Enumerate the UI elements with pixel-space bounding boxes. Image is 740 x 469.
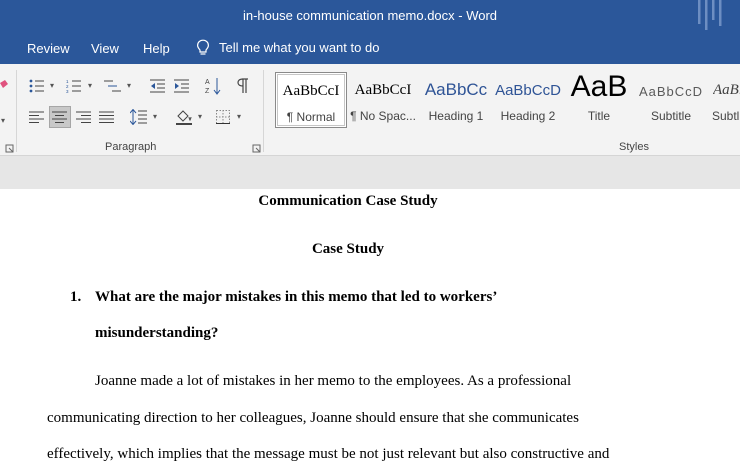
tab-help[interactable]: Help: [143, 41, 170, 56]
tell-me-search[interactable]: Tell me what you want to do: [196, 39, 379, 56]
window-title: in-house communication memo.docx - Word: [242, 8, 498, 23]
numbering-dropdown-icon[interactable]: ▾: [88, 81, 92, 90]
line-spacing-icon: [130, 109, 147, 125]
title-bar: in-house communication memo.docx - Word: [0, 0, 740, 33]
ribbon: ▾ ▾ 1 2 3 ▾ ▾ A Z ▾ ▾ ▾ Paragraph AaBbCc…: [0, 64, 740, 156]
clipped-dropdown-icon[interactable]: ▾: [1, 116, 5, 125]
styles-group-label: Styles: [619, 141, 649, 153]
align-left-button[interactable]: [26, 106, 48, 128]
borders-dropdown-icon[interactable]: ▾: [237, 112, 241, 121]
document-page[interactable]: Communication Case Study Case Study 1. W…: [0, 189, 740, 469]
style-subtle-sample: AaBl: [713, 82, 740, 98]
document-background: [0, 157, 740, 189]
question-number: 1.: [70, 289, 82, 305]
svg-text:3: 3: [66, 89, 69, 93]
style-subtitle-sample: AaBbCcD: [638, 84, 704, 99]
paragraph-group-label: Paragraph: [105, 141, 157, 153]
align-left-icon: [29, 111, 44, 123]
pilcrow-icon: [237, 78, 248, 93]
align-right-icon: [76, 111, 91, 123]
multilevel-dropdown-icon[interactable]: ▾: [127, 81, 131, 90]
style-normal-name: ¶ Normal: [286, 110, 336, 124]
increase-indent-button[interactable]: [171, 75, 193, 97]
show-formatting-button[interactable]: [232, 75, 254, 97]
align-center-icon: [52, 111, 67, 123]
style-heading-1[interactable]: AaBbCc Heading 1: [420, 72, 492, 128]
style-subtle-name: Subtl: [712, 109, 740, 123]
shading-dropdown-icon[interactable]: ▾: [198, 112, 202, 121]
eraser-icon[interactable]: [0, 80, 8, 92]
style-heading-2[interactable]: AaBbCcD Heading 2: [492, 72, 564, 128]
style-heading-1-name: Heading 1: [428, 109, 484, 123]
numbering-icon: 1 2 3: [66, 79, 81, 93]
tab-review[interactable]: Review: [27, 41, 70, 56]
document-subheading: Case Study: [311, 241, 385, 257]
style-heading-1-sample: AaBbCc: [424, 80, 488, 99]
justify-button[interactable]: [96, 106, 118, 128]
style-no-spacing-sample: AaBbCcI: [354, 82, 412, 98]
style-title-name: Title: [587, 109, 611, 123]
svg-text:A: A: [205, 79, 210, 86]
multilevel-list-button[interactable]: [102, 75, 124, 97]
style-heading-2-name: Heading 2: [500, 109, 556, 123]
lightbulb-icon: [196, 39, 210, 55]
bullets-dropdown-icon[interactable]: ▾: [50, 81, 54, 90]
style-title[interactable]: AaB Title: [563, 70, 635, 128]
align-center-button[interactable]: [49, 106, 71, 128]
style-no-spacing-name: ¶ No Spac...: [350, 109, 416, 123]
style-title-sample: AaB: [570, 70, 628, 103]
group-separator: [263, 70, 264, 152]
tell-me-label: Tell me what you want to do: [219, 40, 380, 55]
sort-button[interactable]: A Z: [202, 75, 224, 97]
title-bar-decoration-icon: [698, 0, 722, 30]
menu-bar: Review View Help Tell me what you want t…: [0, 33, 740, 64]
increase-indent-icon: [174, 79, 189, 93]
shading-button[interactable]: [173, 106, 195, 128]
bullets-icon: [29, 79, 44, 93]
svg-text:Z: Z: [205, 88, 210, 95]
body-line: Joanne made a lot of mistakes in her mem…: [95, 373, 572, 389]
paragraph-dialog-launcher-icon[interactable]: [252, 144, 261, 153]
justify-icon: [99, 111, 114, 123]
group-separator: [16, 70, 17, 152]
style-no-spacing[interactable]: AaBbCcI ¶ No Spac...: [347, 72, 419, 128]
style-normal[interactable]: AaBbCcI ¶ Normal: [275, 72, 347, 128]
style-subtle-emphasis[interactable]: AaBl Subtl: [707, 72, 740, 128]
tab-view[interactable]: View: [91, 41, 119, 56]
borders-button[interactable]: [212, 106, 234, 128]
line-spacing-dropdown-icon[interactable]: ▾: [153, 112, 157, 121]
sort-icon: A Z: [205, 78, 221, 95]
multilevel-list-icon: [104, 80, 121, 92]
question-line: misunderstanding?: [95, 325, 219, 341]
document-heading: Communication Case Study: [258, 193, 438, 209]
style-subtitle[interactable]: AaBbCcD Subtitle: [635, 72, 707, 128]
decrease-indent-button[interactable]: [147, 75, 169, 97]
decrease-indent-icon: [150, 79, 165, 93]
align-right-button[interactable]: [73, 106, 95, 128]
line-spacing-button[interactable]: [128, 106, 150, 128]
font-dialog-launcher-icon[interactable]: [5, 144, 14, 153]
paint-bucket-icon: [176, 110, 192, 125]
numbering-button[interactable]: 1 2 3: [63, 75, 85, 97]
bullets-button[interactable]: [26, 75, 48, 97]
body-line: communicating direction to her colleague…: [47, 410, 579, 426]
question-line: What are the major mistakes in this memo…: [95, 289, 498, 305]
style-subtitle-name: Subtitle: [650, 109, 692, 123]
style-heading-2-sample: AaBbCcD: [495, 82, 561, 99]
style-normal-sample: AaBbCcI: [282, 83, 340, 99]
body-line: effectively, which implies that the mess…: [47, 446, 610, 462]
borders-icon: [216, 110, 230, 124]
